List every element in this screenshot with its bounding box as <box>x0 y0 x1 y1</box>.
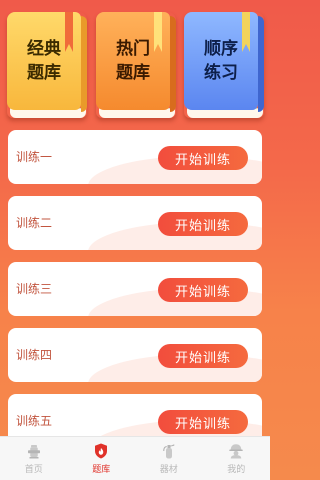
tab-label: 我的 <box>227 465 246 475</box>
sequential-practice-book[interactable]: 顺序 练习 <box>184 12 264 118</box>
start-training-button[interactable]: 开始训练 <box>158 410 248 434</box>
flame-shield-icon <box>95 443 108 459</box>
tab-home[interactable]: 首页 <box>0 437 68 480</box>
start-training-button[interactable]: 开始训练 <box>158 212 248 236</box>
hot-question-bank-book[interactable]: 热门 题库 <box>96 12 176 118</box>
start-training-button[interactable]: 开始训练 <box>158 344 248 368</box>
training-card[interactable]: 训练四 开始训练 <box>8 328 262 382</box>
tab-mine[interactable]: 我的 <box>203 437 271 480</box>
book-shelf: 经典题库 热门题库 顺序练习 <box>0 0 270 122</box>
start-training-button[interactable]: 开始训练 <box>158 146 248 170</box>
bottom-tab-bar: 首页 题库 器材 我的 <box>0 436 270 480</box>
training-label: 训练一 <box>16 150 53 164</box>
training-card[interactable]: 训练一 开始训练 <box>8 130 262 184</box>
tab-label: 器材 <box>159 465 178 475</box>
book-title-line1: 经典 <box>27 39 61 59</box>
book-title-line2: 题库 <box>116 63 150 83</box>
training-card[interactable]: 训练二 开始训练 <box>8 196 262 250</box>
hydrant-icon <box>27 445 40 459</box>
tab-label: 题库 <box>92 465 111 475</box>
classic-question-bank-book[interactable]: 经典 题库 <box>7 12 87 118</box>
training-label: 训练三 <box>16 282 53 296</box>
book-title-line1: 热门 <box>116 39 150 59</box>
book-spine <box>81 16 87 112</box>
tab-equipment[interactable]: 器材 <box>135 437 203 480</box>
book-title-line2: 题库 <box>27 63 61 83</box>
training-label: 训练五 <box>16 414 53 428</box>
extinguisher-icon <box>162 444 174 459</box>
book-spine <box>258 16 264 112</box>
training-label: 训练二 <box>16 216 53 230</box>
training-label: 训练四 <box>16 348 53 362</box>
book-title-line2: 练习 <box>204 63 238 83</box>
book-title-line1: 顺序 <box>204 39 238 59</box>
training-card[interactable]: 训练三 开始训练 <box>8 262 262 316</box>
firefighter-icon <box>229 444 243 459</box>
tab-label: 首页 <box>24 465 43 475</box>
book-spine <box>170 16 176 112</box>
start-training-button[interactable]: 开始训练 <box>158 278 248 302</box>
tab-question-bank[interactable]: 题库 <box>68 437 136 480</box>
